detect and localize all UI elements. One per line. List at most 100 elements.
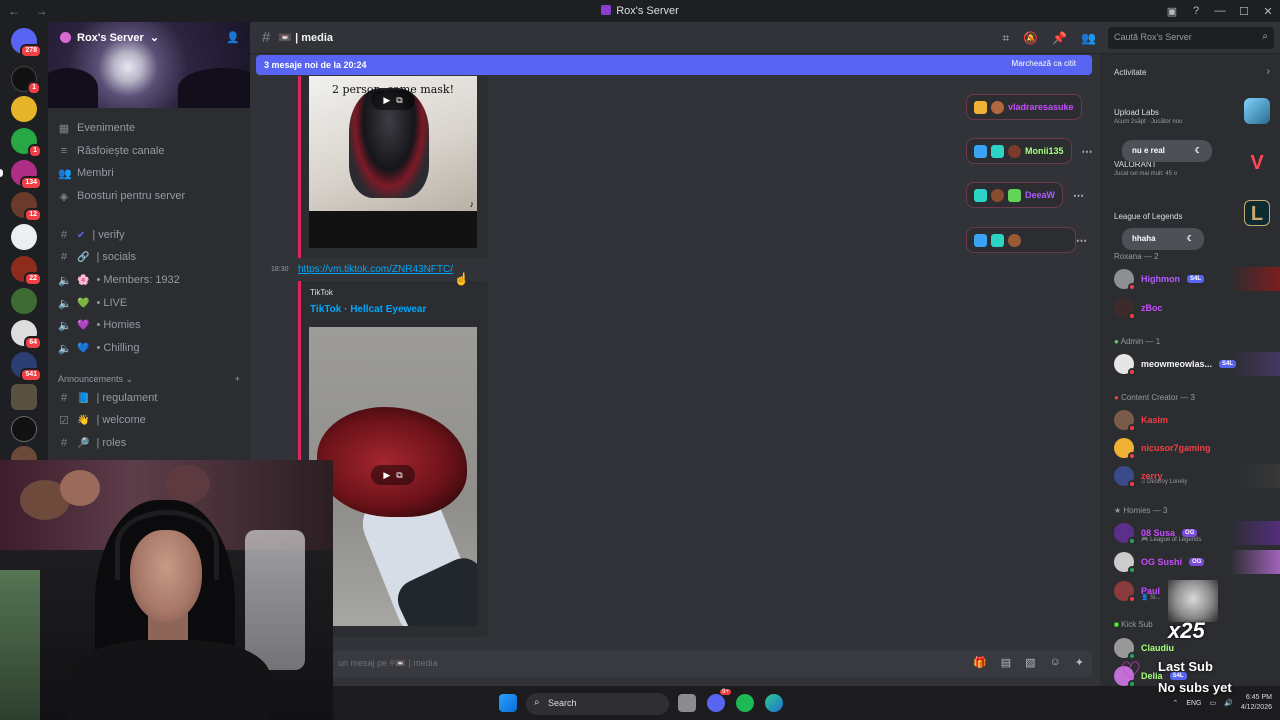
server-icon xyxy=(60,32,71,43)
server-icon-w2g[interactable] xyxy=(11,416,37,442)
start-button[interactable] xyxy=(499,694,517,712)
avatar xyxy=(1114,269,1136,291)
voice-channel-live[interactable]: 🔈 💚 • LIVE xyxy=(58,293,242,313)
taskbar-search[interactable]: ⌕ Search xyxy=(526,693,669,715)
new-messages-bar[interactable]: 3 mesaje noi de la 20:24 Marchează ca ci… xyxy=(256,55,1092,75)
activity-card[interactable]: Upload Labs Acum 2săpt · Jucător nou xyxy=(1114,108,1182,125)
floating-user-pill[interactable]: ⋯ xyxy=(966,227,1087,253)
edge-icon[interactable] xyxy=(765,694,783,712)
channel-socials[interactable]: # 🔗 | socials xyxy=(58,247,242,267)
server-icon-green[interactable]: 1 xyxy=(11,128,42,158)
add-channel-icon[interactable]: + xyxy=(235,374,240,385)
mark-as-read-button[interactable]: Marchează ca citit xyxy=(1012,59,1076,68)
server-icon-white[interactable] xyxy=(11,224,37,250)
sidebar-item-boosts[interactable]: ◈ Boosturi pentru server xyxy=(58,186,242,206)
plush-toy xyxy=(60,470,100,506)
spotify-icon[interactable] xyxy=(736,694,754,712)
channel-verify[interactable]: # ✔ | verify xyxy=(58,225,242,245)
server-icon-red[interactable]: 22 xyxy=(11,256,42,286)
server-icon-blue[interactable]: 541 xyxy=(11,352,42,382)
member-item[interactable]: zerry ♫ Destroy Lonely xyxy=(1114,464,1280,488)
activity-card[interactable]: League of Legends xyxy=(1114,212,1183,221)
clock[interactable]: 6:45 PM 4/12/2026 xyxy=(1241,693,1272,713)
sidebar-item-browse[interactable]: ≡ Răsfoiește canale xyxy=(58,141,242,161)
inbox-icon[interactable]: ▣ xyxy=(1160,5,1184,18)
server-name-button[interactable]: Rox's Server ⌄ xyxy=(60,31,159,44)
more-options-icon[interactable]: ⋯ xyxy=(1076,234,1087,247)
floating-user-pill[interactable]: vladraresasuke xyxy=(966,94,1082,120)
volume-icon[interactable]: 🔊 xyxy=(1224,699,1233,707)
channel-welcome[interactable]: ☑ 👋 | welcome xyxy=(58,410,242,430)
search-placeholder: Caută Rox's Server xyxy=(1114,32,1192,42)
video-footer xyxy=(309,211,477,248)
help-icon[interactable]: ? xyxy=(1184,5,1208,17)
member-item[interactable]: 08 Susa OG 🎮 League of Legends xyxy=(1114,521,1280,545)
embed-title[interactable]: TikTok · Hellcat Eyewear xyxy=(310,304,426,315)
server-icon-brown[interactable]: 12 xyxy=(11,192,42,222)
gift-icon[interactable]: 🎁 xyxy=(973,656,987,669)
search-input[interactable]: Caută Rox's Server ⌕ xyxy=(1108,27,1274,49)
member-item[interactable]: nicusor7gaming xyxy=(1114,436,1276,460)
embed-video-thumbnail[interactable]: ▶ ⧉ xyxy=(309,327,477,626)
server-icon-x[interactable] xyxy=(11,384,37,410)
member-list-icon[interactable]: 👥 xyxy=(1081,31,1096,45)
emoji-reaction-chip[interactable]: hhaha ☾ xyxy=(1122,228,1204,250)
member-item[interactable]: zBoc xyxy=(1114,296,1276,320)
apps-icon[interactable]: ✦ xyxy=(1075,656,1084,669)
floating-user-pill[interactable]: Monii135 ⋯ xyxy=(966,138,1093,164)
wifi-icon[interactable]: ▭ xyxy=(1210,699,1217,707)
member-item[interactable]: OG Sushi OG xyxy=(1114,550,1280,574)
minimize-button[interactable]: — xyxy=(1208,5,1232,17)
mouse-cursor-icon: ☝ xyxy=(454,272,469,286)
floating-user-pill[interactable]: DeeaW ⋯ xyxy=(966,182,1084,208)
threads-icon[interactable]: ⌗ xyxy=(1002,31,1009,46)
chevron-up-icon[interactable]: ⌃ xyxy=(1172,699,1178,707)
close-button[interactable]: ✕ xyxy=(1256,5,1280,18)
embed-video-thumbnail[interactable]: 2 person, same mask! ▶ ⧉ ♪ xyxy=(309,76,477,211)
profile-gradient xyxy=(1230,550,1280,574)
file-explorer-icon[interactable] xyxy=(678,694,696,712)
voice-channel-chilling[interactable]: 🔈 💙 • Chilling xyxy=(58,338,242,358)
emoji-icon[interactable]: ☺ xyxy=(1050,656,1061,669)
message-list[interactable]: 2 person, same mask! ▶ ⧉ ♪ 3 mesaje noi d… xyxy=(250,54,1100,646)
activity-card[interactable]: VALORANT Jucat cel mai mult: 45 o xyxy=(1114,160,1177,177)
member-item[interactable]: Highmon S4L xyxy=(1114,267,1280,291)
window-title-bar: ← → Rox's Server ▣ ? — ☐ ✕ xyxy=(0,0,1280,22)
mute-bell-icon[interactable]: 🔕 xyxy=(1023,31,1038,45)
chevron-right-icon[interactable]: › xyxy=(1267,66,1270,77)
maximize-button[interactable]: ☐ xyxy=(1232,5,1256,18)
direct-messages-button[interactable]: 278 xyxy=(11,28,42,58)
emoji-reaction-chip[interactable]: nu e real ☾ xyxy=(1122,140,1212,162)
status-online-icon xyxy=(1128,537,1136,545)
message-link[interactable]: https://vm.tiktok.com/ZNR43NFTC/ xyxy=(298,264,453,275)
gif-icon[interactable]: ▤ xyxy=(1001,656,1011,669)
heart-icon: ♡ xyxy=(1120,658,1142,685)
more-options-icon[interactable]: ⋯ xyxy=(1073,189,1084,202)
system-tray: ⌃ ENG ▭ 🔊 6:45 PM 4/12/2026 xyxy=(1172,693,1272,713)
server-icon-forest[interactable] xyxy=(11,288,37,314)
server-icon-pink[interactable]: 134 xyxy=(0,160,42,190)
member-item[interactable]: Kasim xyxy=(1114,408,1276,432)
play-button[interactable]: ▶ ⧉ xyxy=(371,90,415,110)
language-indicator[interactable]: ENG xyxy=(1186,700,1201,707)
sidebar-item-members[interactable]: 👥 Membri xyxy=(58,163,242,183)
sticker-icon[interactable]: ▧ xyxy=(1025,656,1035,669)
server-icon-light[interactable]: 64 xyxy=(11,320,42,350)
server-icon xyxy=(601,5,612,15)
pin-icon[interactable]: 📌 xyxy=(1052,31,1067,45)
message-input[interactable]: un mesaj pe #📼 | media xyxy=(258,650,1092,677)
category-announcements[interactable]: Announcements ⌄ + xyxy=(58,374,240,385)
channel-roles[interactable]: # 🔎 | roles xyxy=(58,433,242,453)
sidebar-item-events[interactable]: ▦ Evenimente xyxy=(58,118,242,138)
more-options-icon[interactable]: ⋯ xyxy=(1082,145,1093,158)
voice-channel-members[interactable]: 🔈 🌸 • Members: 1932 xyxy=(58,270,242,290)
channel-regulament[interactable]: # 📘 | regulament xyxy=(58,388,242,408)
server-icon-gold[interactable] xyxy=(11,96,37,122)
invite-people-icon[interactable]: 👤 xyxy=(226,31,240,44)
server-icon-w[interactable]: 1 xyxy=(11,66,41,95)
cat-image xyxy=(1168,580,1218,622)
play-button[interactable]: ▶ ⧉ xyxy=(371,465,415,485)
member-item[interactable]: meowmeowlas... S4L xyxy=(1114,352,1280,376)
discord-icon[interactable]: 9+ xyxy=(707,689,731,712)
voice-channel-homies[interactable]: 🔈 💜 • Homies xyxy=(58,315,242,335)
